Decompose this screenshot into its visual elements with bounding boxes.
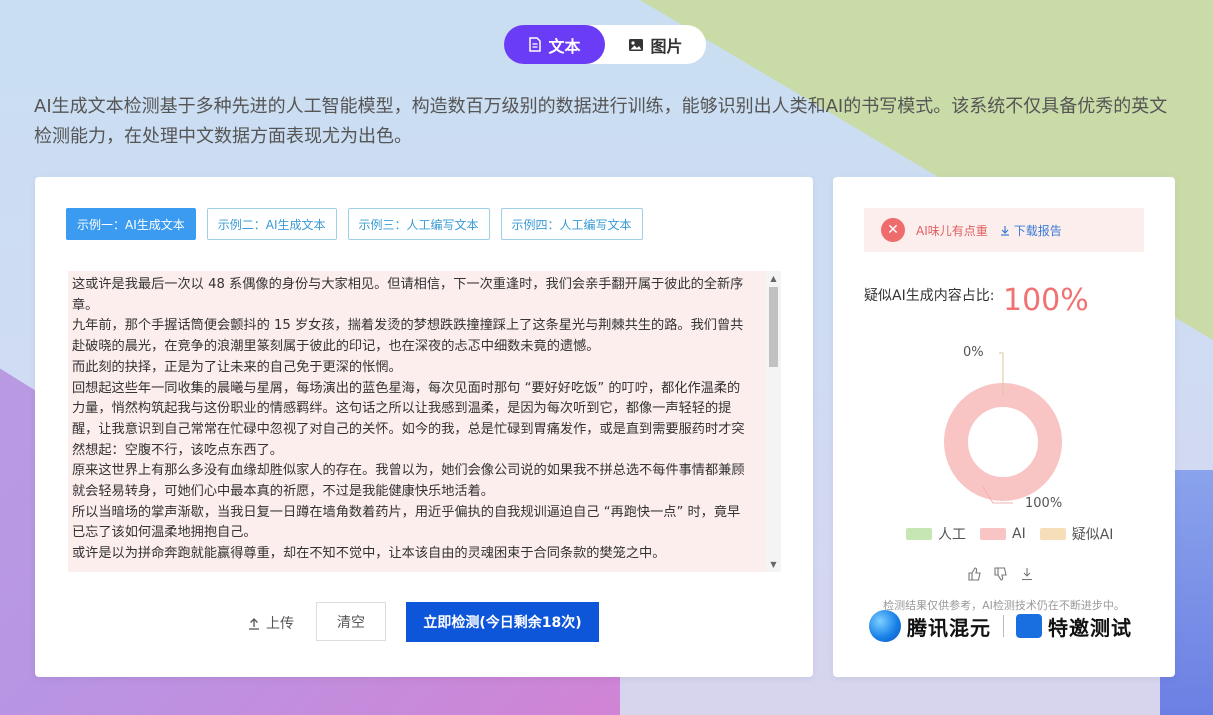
example-buttons: 示例一：AI生成文本 示例二：AI生成文本 示例三：人工编写文本 示例四：人工编… bbox=[66, 208, 643, 240]
text-paragraph: 所以当暗场的掌声渐歇，当我日复一日蹲在墙角数着药片，用近乎偏执的自我规训逼迫自己… bbox=[72, 504, 741, 541]
detect-button[interactable]: 立即检测(今日剩余18次) bbox=[406, 602, 599, 642]
feedback-actions bbox=[968, 567, 1034, 581]
text-paragraph: 而此刻的抉择，正是为了让未来的自己免于更深的怅惘。 bbox=[72, 359, 402, 375]
donut-chart: 0% 100% bbox=[944, 345, 1062, 511]
result-panel: ✕ AI味儿有点重 下载报告 疑似AI生成内容占比: 100% 0% 100% … bbox=[833, 177, 1175, 677]
tab-text[interactable]: 文本 bbox=[504, 25, 605, 64]
thumbs-up-icon[interactable] bbox=[968, 567, 982, 581]
hunyuan-logo-icon bbox=[869, 610, 901, 642]
tab-image[interactable]: 图片 bbox=[605, 25, 706, 64]
text-content: 这或许是我最后一次以 48 系偶像的身份与大家相见。但请相信，下一次重逢时，我们… bbox=[68, 271, 781, 565]
upload-label: 上传 bbox=[266, 616, 294, 632]
image-icon bbox=[629, 38, 644, 51]
download-icon[interactable] bbox=[1020, 567, 1034, 581]
example-button-4[interactable]: 示例四：人工编写文本 bbox=[500, 208, 643, 240]
text-paragraph: 九年前，那个手握话筒便会颤抖的 15 岁女孩，揣着发烫的梦想跌跌撞撞踩上了这条星… bbox=[72, 318, 744, 355]
ai-ratio-value: 100% bbox=[1003, 283, 1089, 318]
vertical-scrollbar[interactable]: ▲ ▼ bbox=[766, 271, 781, 572]
upload-button[interactable]: 上传 bbox=[248, 613, 294, 633]
legend-item-ai[interactable]: AI bbox=[980, 526, 1026, 542]
text-paragraph: 回想起这些年一同收集的晨曦与星屑，每场演出的蓝色星海，每次见面时那句 “要好好吃… bbox=[72, 380, 745, 458]
download-report-label: 下载报告 bbox=[1013, 223, 1062, 238]
close-circle-icon: ✕ bbox=[881, 218, 905, 242]
tab-text-label: 文本 bbox=[548, 36, 581, 56]
brand-footer: 腾讯混元 特邀测试 bbox=[869, 610, 1132, 642]
legend-label-suspected-ai: 疑似AI bbox=[1071, 527, 1114, 543]
download-report-link[interactable]: 下载报告 bbox=[1000, 222, 1062, 239]
mode-toggle: 文本 图片 bbox=[504, 25, 706, 64]
tab-image-label: 图片 bbox=[650, 36, 683, 56]
legend-label-ai: AI bbox=[1012, 526, 1026, 542]
legend-item-suspected-ai[interactable]: 疑似AI bbox=[1039, 524, 1114, 544]
donut-label-zero: 0% bbox=[963, 345, 984, 360]
legend-label-human: 人工 bbox=[938, 527, 966, 543]
legend-swatch-ai bbox=[980, 528, 1006, 540]
text-paragraph: 或许是以为拼命奔跑就能赢得尊重，却在不知不觉中，让本该自由的灵魂困束于合同条款的… bbox=[72, 546, 666, 562]
intro-description: AI生成文本检测基于多种先进的人工智能模型，构造数百万级别的数据进行训练，能够识… bbox=[34, 96, 1168, 147]
scrollbar-thumb[interactable] bbox=[769, 287, 778, 367]
ai-ratio-label: 疑似AI生成内容占比: bbox=[864, 288, 995, 304]
donut-label-full: 100% bbox=[1025, 496, 1062, 511]
text-input-area[interactable]: 这或许是我最后一次以 48 系偶像的身份与大家相见。但请相信，下一次重逢时，我们… bbox=[68, 271, 781, 572]
text-paragraph: 这或许是我最后一次以 48 系偶像的身份与大家相见。但请相信，下一次重逢时，我们… bbox=[72, 277, 744, 313]
download-icon bbox=[1000, 225, 1009, 236]
example-button-3[interactable]: 示例三：人工编写文本 bbox=[347, 208, 490, 240]
legend-swatch-human bbox=[906, 528, 932, 540]
alert-text: AI味儿有点重 bbox=[916, 223, 988, 238]
document-icon bbox=[529, 37, 542, 52]
example-button-2[interactable]: 示例二：AI生成文本 bbox=[206, 208, 337, 240]
brand-divider bbox=[1003, 615, 1004, 637]
thumbs-down-icon[interactable] bbox=[994, 567, 1008, 581]
clear-button[interactable]: 清空 bbox=[316, 602, 386, 641]
upload-icon bbox=[249, 617, 259, 630]
scroll-down-arrow-icon[interactable]: ▼ bbox=[766, 557, 781, 572]
example-button-1[interactable]: 示例一：AI生成文本 bbox=[66, 208, 196, 240]
invite-badge-icon bbox=[1016, 614, 1042, 638]
brand-tag: 特邀测试 bbox=[1048, 615, 1132, 640]
scroll-up-arrow-icon[interactable]: ▲ bbox=[766, 271, 781, 286]
result-alert: ✕ AI味儿有点重 下载报告 bbox=[864, 208, 1144, 252]
legend-item-human[interactable]: 人工 bbox=[906, 524, 966, 544]
chart-legend: 人工 AI 疑似AI bbox=[906, 524, 1113, 544]
brand-name: 腾讯混元 bbox=[907, 615, 991, 640]
text-paragraph: 原来这世界上有那么多没有血缘却胜似家人的存在。我曾以为，她们会像公司说的如果我不… bbox=[72, 463, 745, 500]
input-panel: 示例一：AI生成文本 示例二：AI生成文本 示例三：人工编写文本 示例四：人工编… bbox=[35, 177, 813, 677]
legend-swatch-suspected-ai bbox=[1039, 528, 1066, 540]
donut-slice-ai bbox=[944, 383, 1062, 501]
